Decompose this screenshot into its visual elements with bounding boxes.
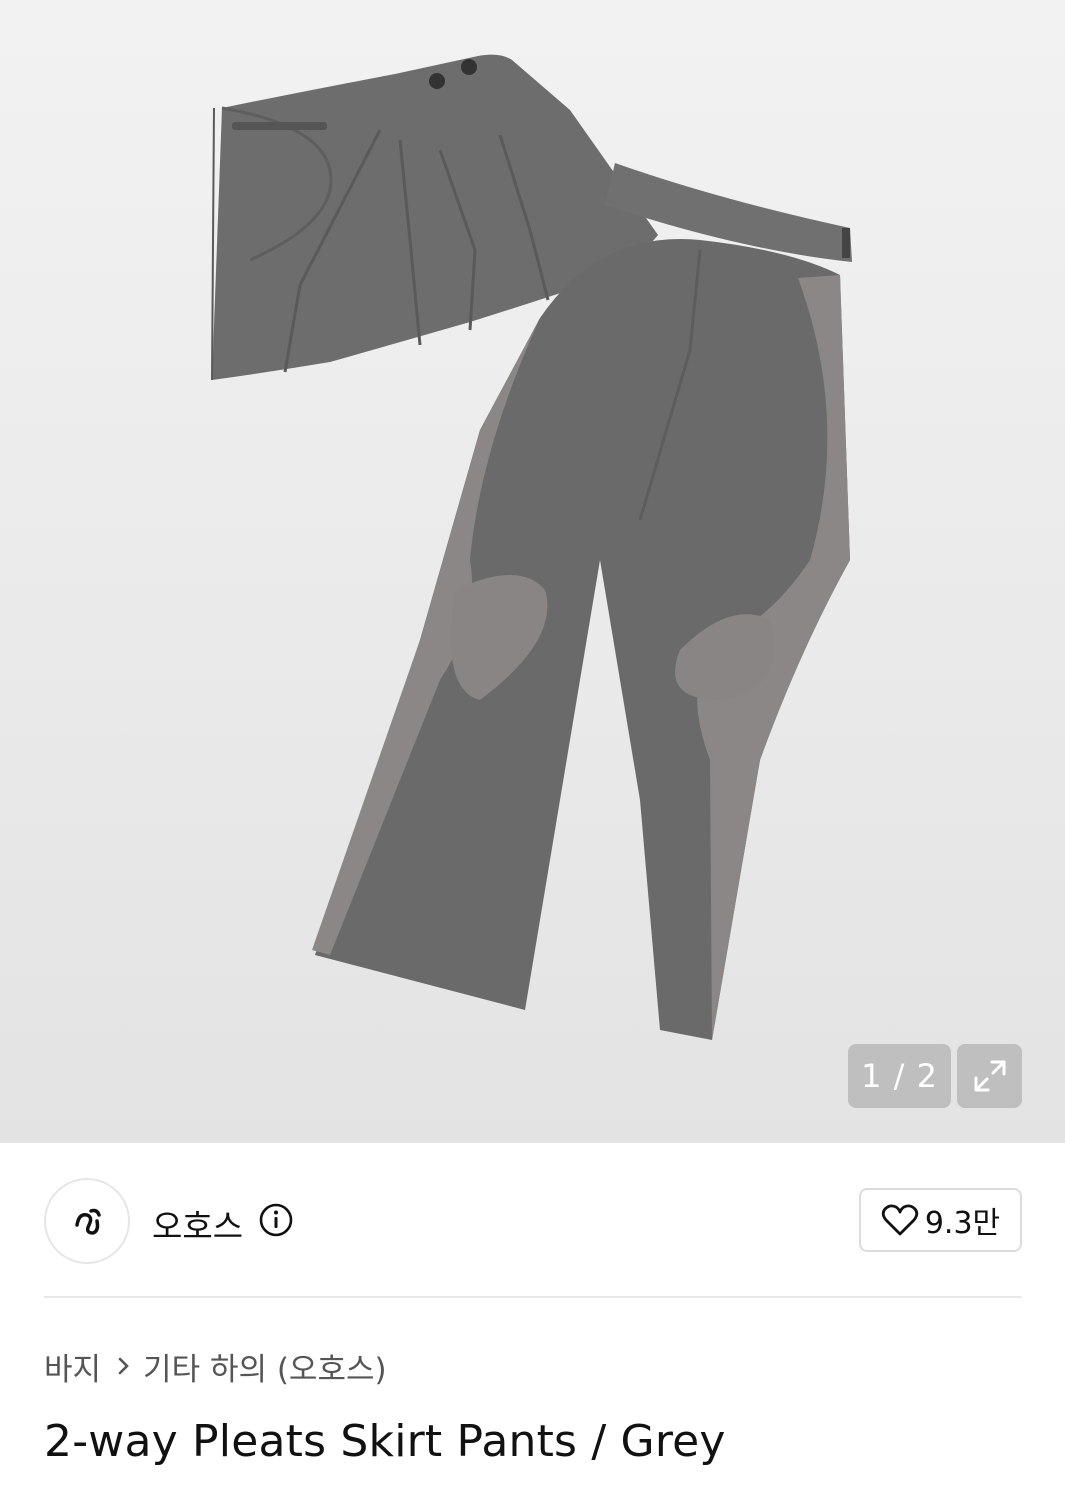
image-counter: 1 / 2	[848, 1044, 951, 1108]
like-count: 9.3만	[924, 1206, 1001, 1241]
chevron-right-icon	[117, 1355, 131, 1377]
like-button[interactable]: 9.3만	[859, 1188, 1022, 1252]
brand-row: 오호스 9.3만	[44, 1178, 1022, 1264]
expand-icon	[974, 1060, 1005, 1092]
breadcrumb: 바지 기타 하의 (오호스)	[44, 1344, 387, 1389]
brand-logo-icon	[75, 1208, 101, 1235]
breadcrumb-item-subcategory[interactable]: 기타 하의 (오호스)	[143, 1344, 387, 1389]
product-photo	[211, 54, 852, 1040]
brand-logo[interactable]	[44, 1178, 130, 1264]
breadcrumb-item-category[interactable]: 바지	[44, 1344, 101, 1389]
heart-icon	[881, 1204, 918, 1236]
product-image-gallery[interactable]: 1 / 2	[0, 0, 1065, 1143]
divider	[44, 1296, 1022, 1298]
brand-name[interactable]: 오호스	[152, 1200, 243, 1248]
expand-button[interactable]	[957, 1044, 1022, 1108]
product-title: 2-way Pleats Skirt Pants / Grey	[44, 1416, 726, 1467]
image-counter-text: 1 / 2	[861, 1057, 938, 1095]
info-icon[interactable]	[258, 1202, 294, 1238]
